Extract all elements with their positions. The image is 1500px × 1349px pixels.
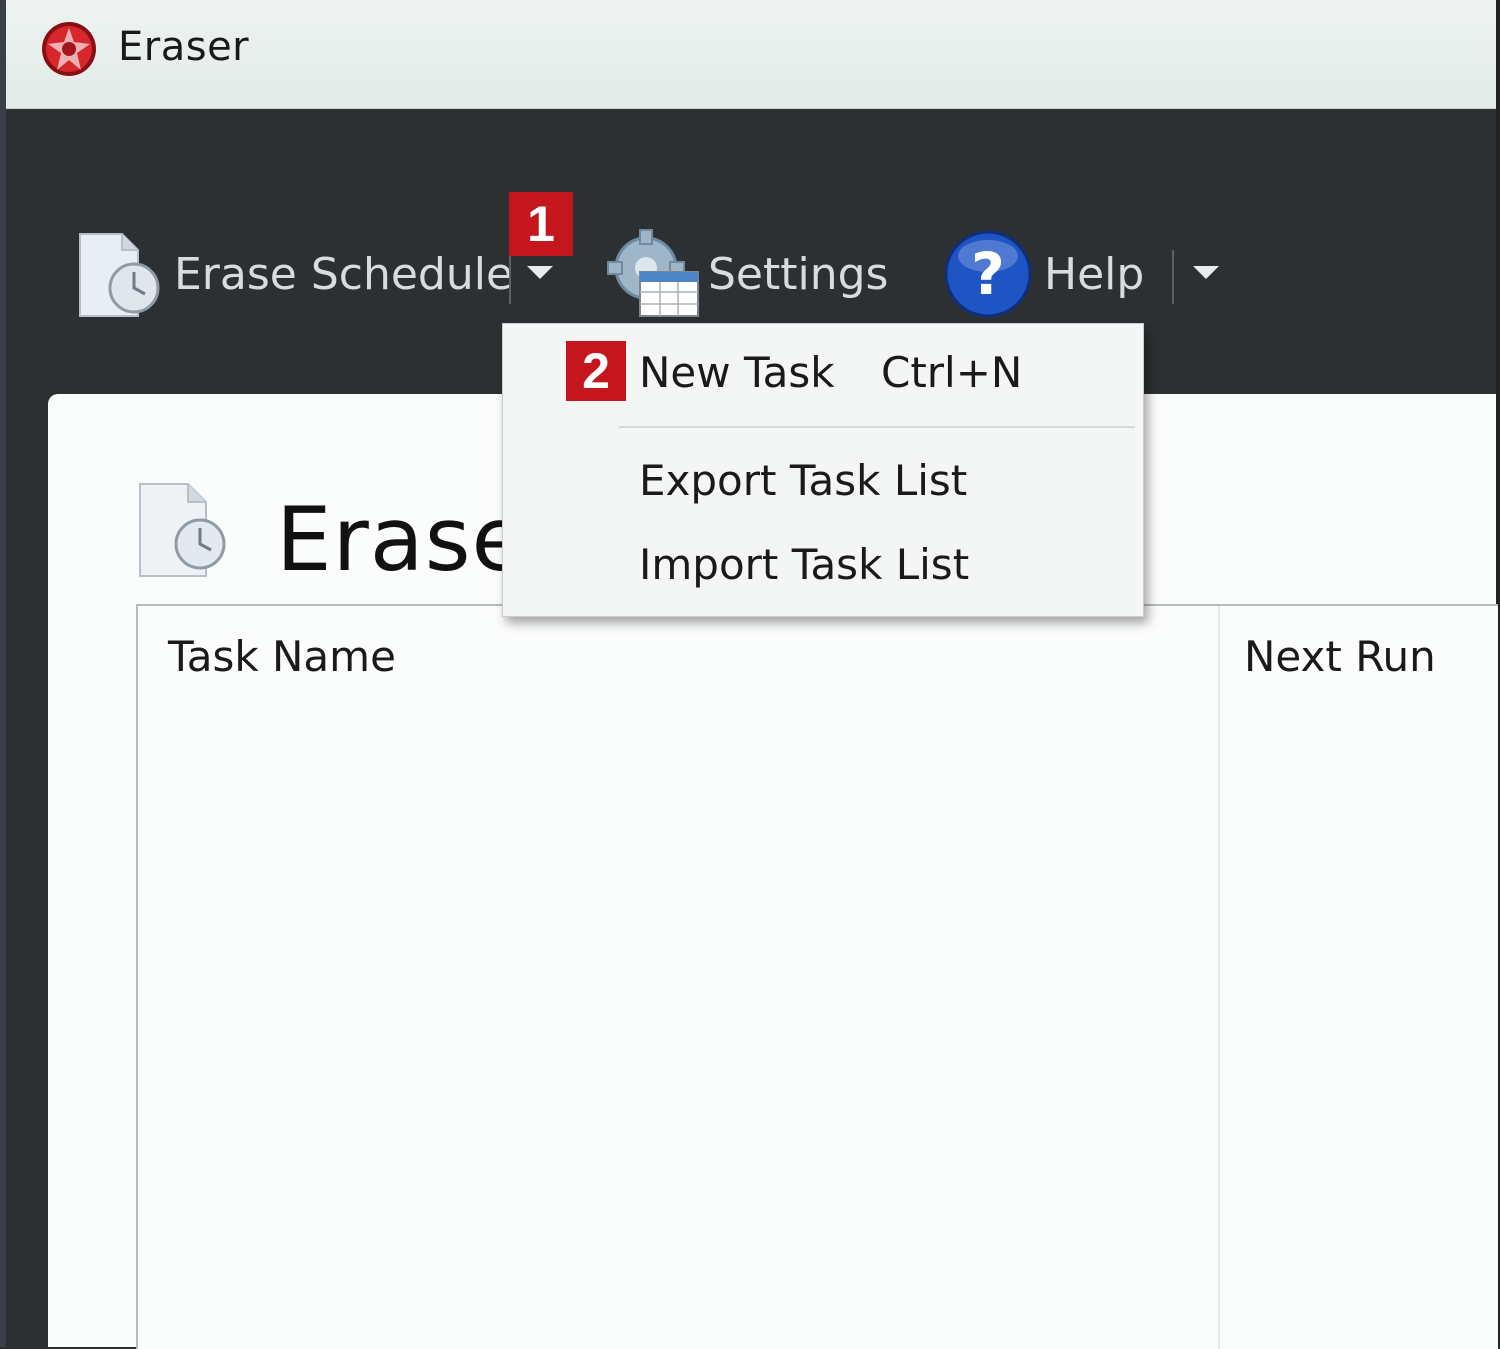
menu-item-new-task[interactable]: New Task xyxy=(639,348,835,397)
window-title: Eraser xyxy=(118,24,250,70)
erase-schedule-label: Erase Schedule xyxy=(174,248,514,300)
help-dropdown-arrow[interactable] xyxy=(1193,266,1219,279)
step-badge-1: 1 xyxy=(509,192,573,256)
menu-shortcut-new-task: Ctrl+N xyxy=(881,348,1023,397)
eraser-app-icon xyxy=(42,22,96,76)
title-bar: Eraser xyxy=(6,0,1496,109)
column-header-task-name[interactable]: Task Name xyxy=(168,632,396,681)
task-list[interactable]: Task Name Next Run xyxy=(136,604,1498,1349)
page-title: Erase xyxy=(276,488,527,591)
menu-item-export-task-list[interactable]: Export Task List xyxy=(639,456,967,505)
menu-item-import-task-list[interactable]: Import Task List xyxy=(639,540,969,589)
help-question-icon: ? xyxy=(944,230,1032,318)
column-divider[interactable] xyxy=(1218,606,1220,1349)
toolbar-separator xyxy=(509,252,511,304)
settings-button[interactable]: Settings xyxy=(606,226,888,322)
step-badge-2: 2 xyxy=(566,341,626,401)
settings-gear-icon xyxy=(607,229,699,317)
toolbar-separator-help xyxy=(1172,250,1174,304)
svg-text:?: ? xyxy=(971,240,1005,308)
menu-separator xyxy=(619,426,1135,428)
help-label: Help xyxy=(1044,248,1145,300)
schedule-document-icon xyxy=(79,233,160,317)
settings-label: Settings xyxy=(708,248,889,300)
erase-schedule-button[interactable]: Erase Schedule xyxy=(72,226,513,322)
help-button[interactable]: ? Help xyxy=(942,226,1144,322)
column-header-next-run[interactable]: Next Run xyxy=(1244,632,1436,681)
erase-schedule-icon xyxy=(139,483,226,577)
erase-schedule-dropdown-arrow[interactable] xyxy=(527,266,553,279)
